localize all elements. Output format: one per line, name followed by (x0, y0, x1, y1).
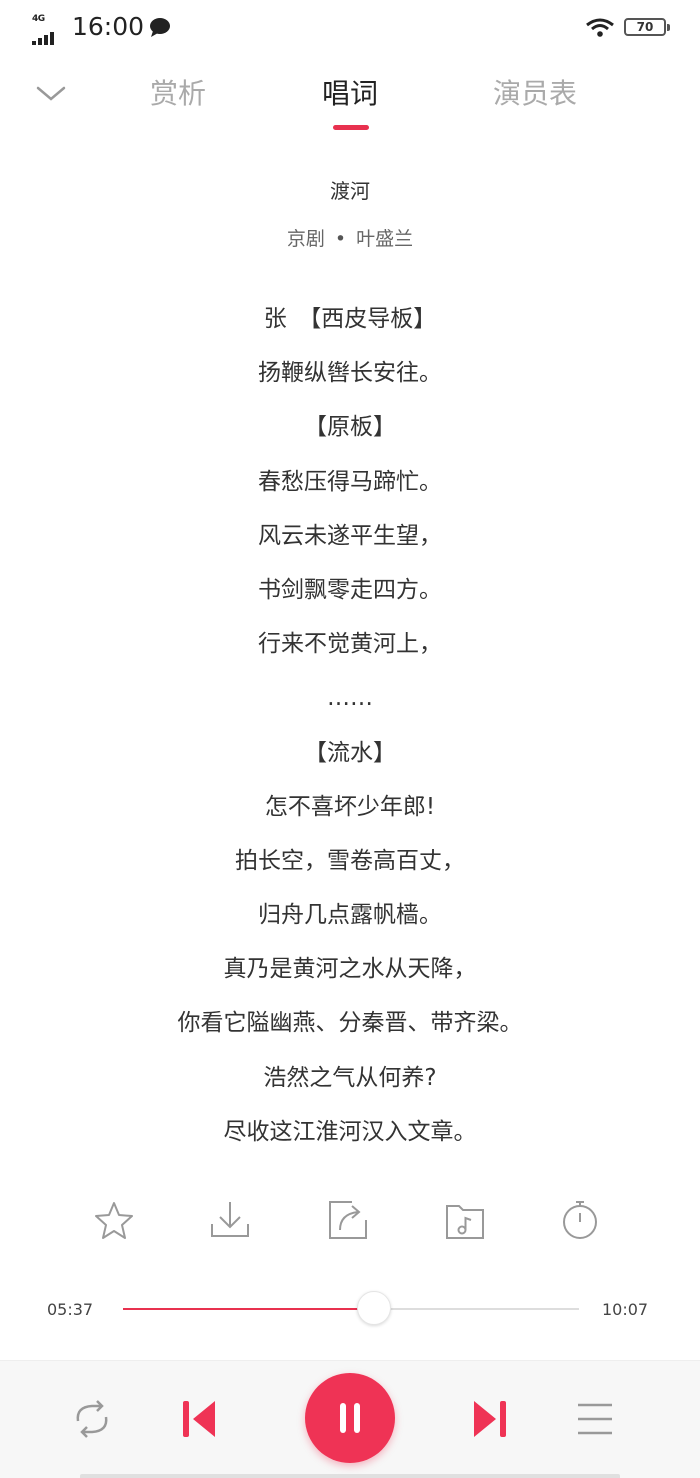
lyric-line: 行来不觉黄河上， (258, 631, 442, 658)
message-notification-icon (150, 18, 170, 37)
progress-fill (123, 1308, 374, 1310)
current-time: 05:37 (47, 1300, 94, 1319)
meta-separator: • (334, 228, 347, 250)
network-type: 4G (32, 14, 45, 24)
lyric-line: 春愁压得马蹄忙。 (258, 468, 442, 495)
progress-track[interactable] (123, 1291, 579, 1325)
player-controls (0, 1360, 700, 1478)
song-title: 渡河 (330, 179, 370, 203)
pause-button[interactable] (305, 1373, 395, 1463)
lyrics-list: 张 【西皮导板】 扬鞭纵辔长安往。 【原板】春愁压得马蹄忙。 风云未遂平生望， 书剑飘零… (0, 300, 700, 1167)
status-time: 16:00 (72, 12, 145, 41)
previous-track-icon[interactable] (180, 1397, 218, 1441)
home-indicator (80, 1474, 620, 1478)
lyric-line: 张 【西皮导板】 (263, 306, 437, 332)
action-bar (0, 1198, 700, 1246)
tab-cast[interactable]: 演员表 (493, 72, 577, 112)
battery-icon: 70 (624, 18, 670, 36)
timer-icon[interactable] (558, 1198, 602, 1242)
lyric-line: 怎不喜坏少年郎! (264, 793, 436, 820)
playlist-menu-icon[interactable] (576, 1401, 614, 1437)
next-track-icon[interactable] (471, 1397, 509, 1441)
lyric-line: 【原板】 (304, 414, 396, 441)
share-icon[interactable] (326, 1198, 370, 1242)
tab-bar: 赏析 唱词 演员表 (0, 60, 700, 140)
star-icon[interactable] (92, 1198, 136, 1242)
lyric-line: 扬鞭纵辔长安往。 (258, 360, 442, 387)
download-icon[interactable] (208, 1198, 252, 1242)
lyric-line: 风云未遂平生望， (258, 522, 442, 549)
tab-lyrics[interactable]: 唱词 (322, 72, 378, 112)
playback-progress: 05:37 10:07 (0, 1290, 700, 1330)
song-header: 渡河 京剧 • 叶盛兰 (0, 175, 700, 251)
cellular-signal-icon: 4G (32, 14, 66, 45)
lyric-line: 【流水】 (304, 739, 396, 766)
song-genre: 京剧 (286, 228, 325, 250)
progress-knob[interactable] (356, 1291, 391, 1325)
add-to-playlist-icon[interactable] (443, 1198, 487, 1242)
song-meta: 京剧 • 叶盛兰 (0, 224, 700, 251)
active-tab-indicator (333, 125, 369, 130)
song-performer: 叶盛兰 (356, 228, 414, 250)
lyric-line: 你看它隘幽燕、分秦晋、带齐梁。 (177, 1010, 523, 1037)
total-time: 10:07 (602, 1300, 649, 1319)
lyric-line: 真乃是黄河之水从天降， (223, 956, 477, 983)
status-bar: 4G 16:00 70 (0, 0, 700, 56)
lyric-line: 书剑飘零走四方。 (258, 576, 442, 603)
lyric-line: 拍长空，雪卷高百丈， (235, 847, 465, 874)
chevron-down-icon[interactable] (34, 78, 68, 108)
lyric-line: 浩然之气从何养? (263, 1064, 437, 1091)
lyric-line: 尽收这江淮河汉入文章。 (223, 1118, 477, 1145)
lyric-line: …… (327, 685, 373, 712)
wifi-icon (586, 18, 614, 37)
lyric-line: 归舟几点露帆樯。 (258, 902, 442, 929)
tab-appreciation[interactable]: 赏析 (150, 72, 206, 112)
repeat-icon[interactable] (70, 1399, 114, 1439)
battery-level: 70 (636, 20, 654, 34)
